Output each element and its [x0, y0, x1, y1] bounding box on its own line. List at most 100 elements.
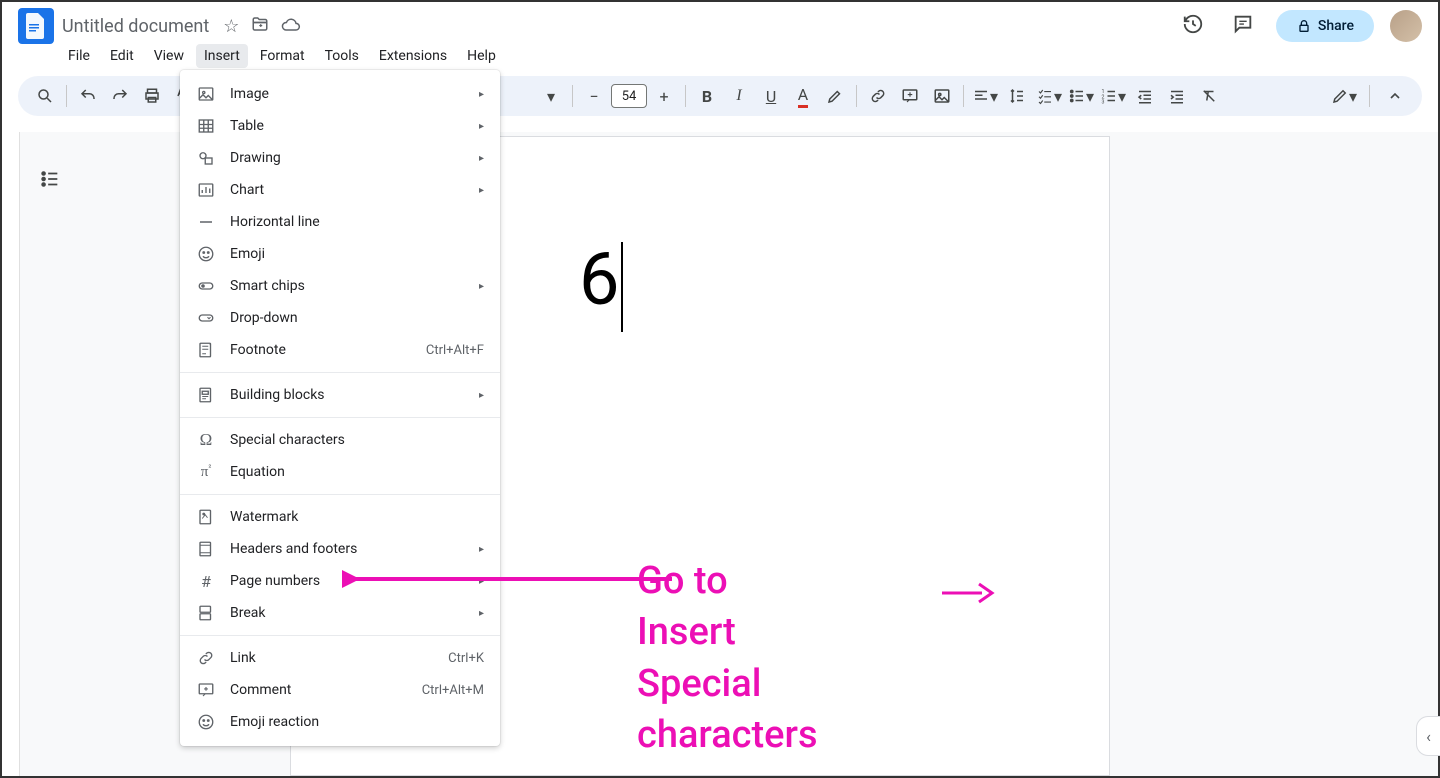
bold-button[interactable]: B: [692, 81, 722, 111]
insert-menu-image[interactable]: Image▸: [180, 78, 500, 110]
increase-font-button[interactable]: +: [649, 81, 679, 111]
document-title[interactable]: Untitled document: [62, 16, 209, 37]
insert-menu-drawing[interactable]: Drawing ▸: [180, 142, 500, 174]
insert-link-button[interactable]: [863, 81, 893, 111]
menu-item-label: Headers and footers: [230, 541, 465, 557]
comments-icon[interactable]: [1232, 13, 1254, 40]
insert-menu-emoji[interactable]: Emoji: [180, 238, 500, 270]
submenu-arrow-icon: ▸: [479, 544, 484, 555]
search-icon[interactable]: [30, 81, 60, 111]
decrease-indent-button[interactable]: [1130, 81, 1160, 111]
line-spacing-button[interactable]: [1002, 81, 1032, 111]
menu-item-label: Smart chips: [230, 278, 465, 294]
cloud-status-icon[interactable]: [281, 16, 301, 37]
insert-menu-smart-chips[interactable]: Smart chips ▸: [180, 270, 500, 302]
menu-tools[interactable]: Tools: [317, 44, 367, 68]
insert-menu-horizontal-line[interactable]: Horizontal line: [180, 206, 500, 238]
submenu-arrow-icon: ▸: [479, 153, 484, 164]
lock-icon: [1296, 18, 1312, 34]
docs-logo[interactable]: [18, 8, 54, 44]
headers-icon: [196, 540, 216, 558]
dropdown-icon: [196, 309, 216, 327]
insert-menu-headers-and-footers[interactable]: Headers and footers ▸: [180, 533, 500, 565]
submenu-arrow-icon: ▸: [479, 608, 484, 619]
insert-menu-drop-down[interactable]: Drop-down: [180, 302, 500, 334]
watermark-icon: [196, 508, 216, 526]
break-icon: [196, 604, 216, 622]
underline-button[interactable]: U: [756, 81, 786, 111]
increase-indent-button[interactable]: [1162, 81, 1192, 111]
numbered-list-button[interactable]: 123▾: [1098, 81, 1128, 111]
menu-item-label: Footnote: [230, 342, 412, 358]
highlight-button[interactable]: [820, 81, 850, 111]
insert-menu-break[interactable]: Break▸: [180, 597, 500, 629]
menu-view[interactable]: View: [146, 44, 192, 68]
submenu-arrow-icon: ▸: [479, 576, 484, 587]
italic-button[interactable]: I: [724, 81, 754, 111]
menu-edit[interactable]: Edit: [102, 44, 142, 68]
side-panel-toggle[interactable]: ‹: [1416, 716, 1440, 756]
menu-item-label: Watermark: [230, 509, 484, 525]
menu-format[interactable]: Format: [252, 44, 313, 68]
submenu-arrow-icon: ▸: [479, 390, 484, 401]
font-size-input[interactable]: [611, 84, 647, 108]
chip-icon: [196, 277, 216, 295]
insert-menu-building-blocks[interactable]: Building blocks ▸: [180, 379, 500, 411]
insert-menu-special-characters[interactable]: ΩSpecial characters: [180, 424, 500, 456]
submenu-arrow-icon: ▸: [479, 281, 484, 292]
table-icon: [196, 117, 216, 135]
font-dropdown-arrow[interactable]: ▾: [536, 81, 566, 111]
vertical-ruler[interactable]: [2, 132, 20, 776]
redo-button[interactable]: [105, 81, 135, 111]
menu-insert[interactable]: Insert: [196, 44, 248, 68]
decrease-font-button[interactable]: −: [579, 81, 609, 111]
print-button[interactable]: [137, 81, 167, 111]
document-content[interactable]: 6: [579, 237, 623, 332]
menu-item-label: Page numbers: [230, 573, 465, 589]
insert-image-button[interactable]: [927, 81, 957, 111]
insert-menu-watermark[interactable]: Watermark: [180, 501, 500, 533]
emoji-icon: [196, 713, 216, 731]
menu-extensions[interactable]: Extensions: [371, 44, 455, 68]
footnote-icon: 1: [196, 341, 216, 359]
insert-menu-emoji-reaction[interactable]: Emoji reaction: [180, 706, 500, 738]
insert-menu-equation[interactable]: π² Equation: [180, 456, 500, 488]
menu-item-label: Equation: [230, 464, 484, 480]
menu-shortcut: Ctrl+K: [448, 651, 484, 666]
menu-item-label: Image: [230, 86, 465, 102]
insert-menu-link[interactable]: Link Ctrl+K: [180, 642, 500, 674]
hash-icon: #: [196, 572, 216, 591]
insert-menu-footnote[interactable]: 1FootnoteCtrl+Alt+F: [180, 334, 500, 366]
editing-mode-button[interactable]: ▾: [1329, 81, 1359, 111]
insert-menu-chart[interactable]: Chart▸: [180, 174, 500, 206]
menu-help[interactable]: Help: [459, 44, 504, 68]
bulleted-list-button[interactable]: ▾: [1066, 81, 1096, 111]
collapse-toolbar-button[interactable]: [1380, 81, 1410, 111]
emoji-icon: [196, 245, 216, 263]
star-icon[interactable]: ☆: [223, 16, 239, 37]
insert-menu-table[interactable]: Table▸: [180, 110, 500, 142]
share-button[interactable]: Share: [1276, 10, 1374, 42]
svg-text:1: 1: [209, 344, 212, 350]
menu-item-label: Special characters: [230, 432, 484, 448]
checklist-button[interactable]: ▾: [1034, 81, 1064, 111]
menu-item-label: Building blocks: [230, 387, 465, 403]
pi-icon: π²: [196, 463, 216, 481]
history-icon[interactable]: [1182, 13, 1204, 40]
clear-formatting-button[interactable]: [1194, 81, 1224, 111]
insert-comment-button[interactable]: [895, 81, 925, 111]
menu-file[interactable]: File: [60, 44, 98, 68]
menu-item-label: Drawing: [230, 150, 465, 166]
align-button[interactable]: ▾: [970, 81, 1000, 111]
insert-menu-comment[interactable]: CommentCtrl+Alt+M: [180, 674, 500, 706]
move-icon[interactable]: [251, 15, 269, 38]
text-color-button[interactable]: A: [788, 81, 818, 111]
submenu-arrow-icon: ▸: [479, 185, 484, 196]
avatar[interactable]: [1390, 10, 1422, 42]
menu-item-label: Horizontal line: [230, 214, 484, 230]
insert-menu-page-numbers[interactable]: # Page numbers ▸: [180, 565, 500, 597]
outline-toggle-button[interactable]: [20, 168, 80, 195]
menu-shortcut: Ctrl+Alt+M: [422, 683, 484, 698]
undo-button[interactable]: [73, 81, 103, 111]
menu-item-label: Link: [230, 650, 434, 666]
